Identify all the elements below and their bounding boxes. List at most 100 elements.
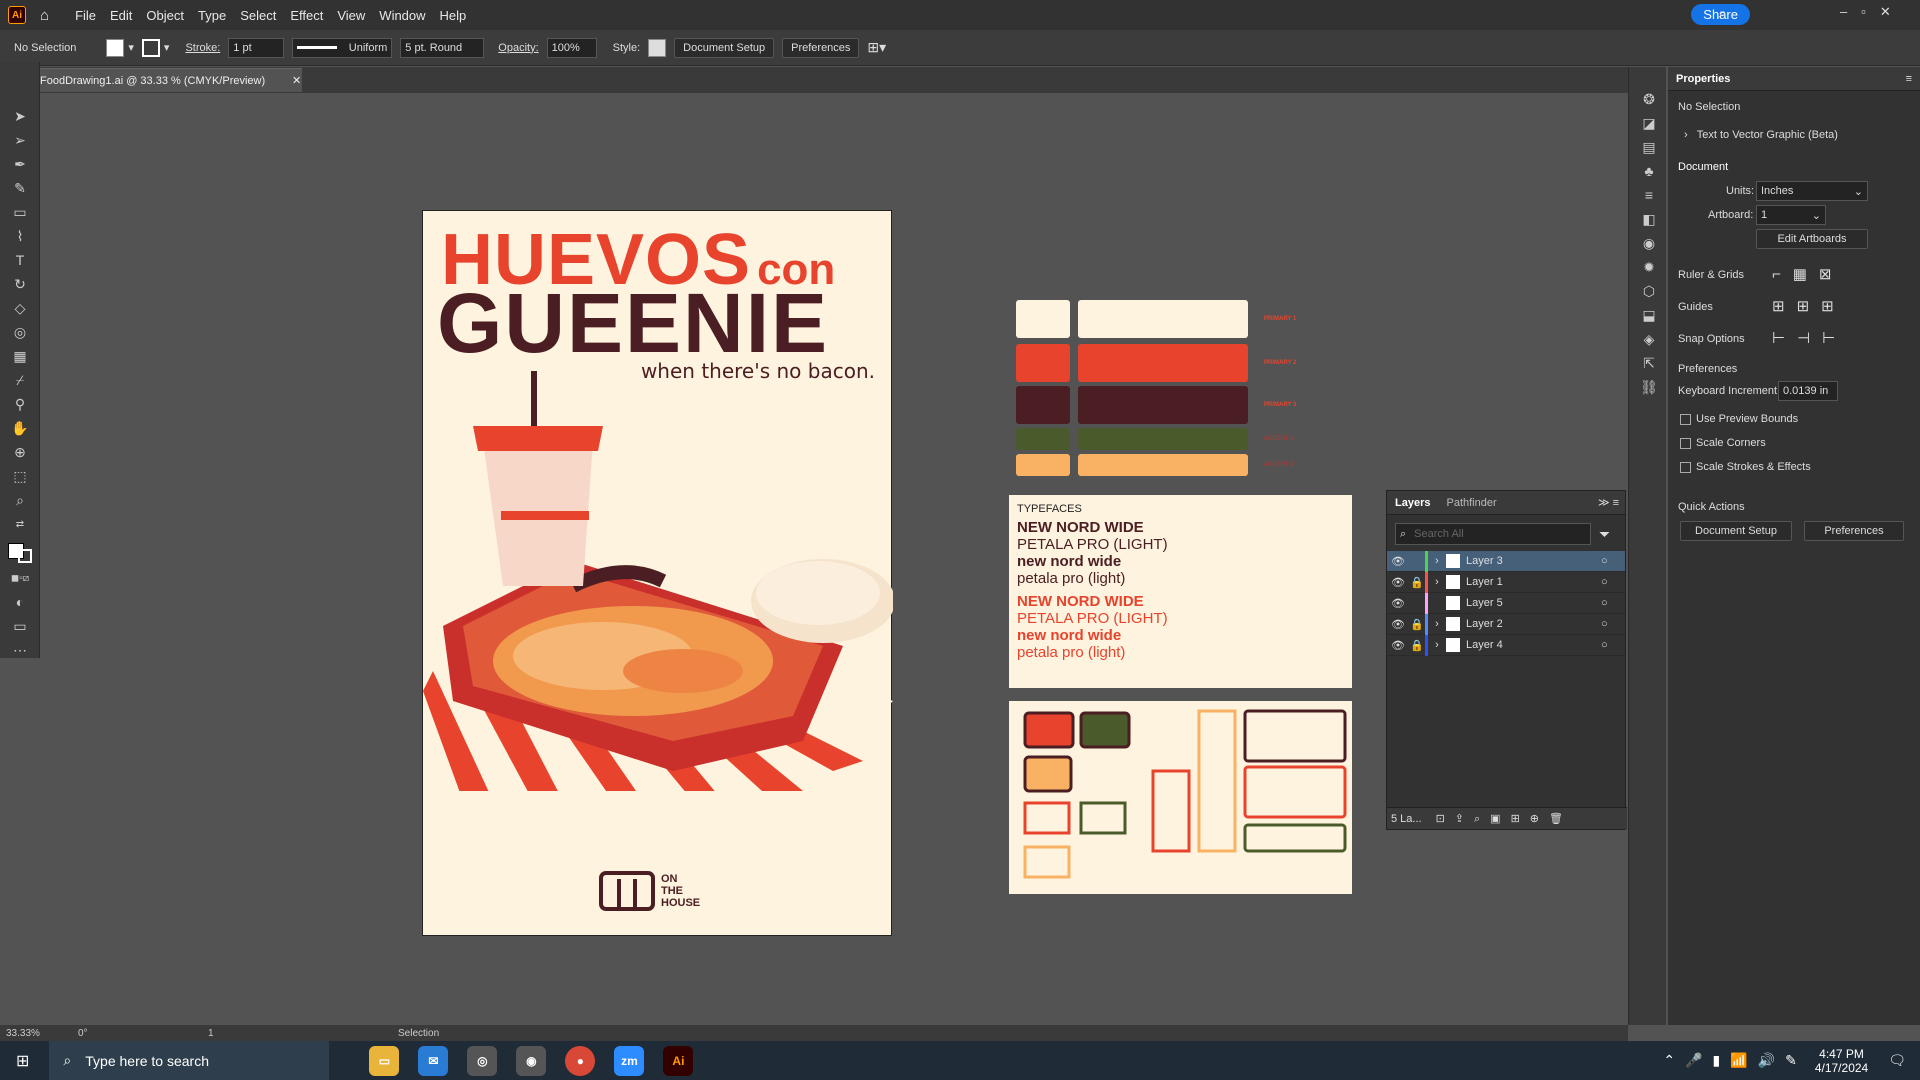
lock-icon[interactable]: 🔒 <box>1409 639 1425 652</box>
color-mode-icon[interactable]: ◼▫⧄ <box>0 566 40 590</box>
menu-file[interactable]: File <box>75 8 96 23</box>
shape-builder-tool-icon[interactable]: ⊕ <box>0 440 40 464</box>
file-explorer-icon[interactable]: ▭ <box>369 1045 400 1076</box>
layers-panel-icon[interactable]: ◈ <box>1629 327 1669 351</box>
palette-swatch-4[interactable] <box>1016 428 1070 450</box>
panel-menu-icon[interactable]: ≡ <box>1906 73 1912 85</box>
close-icon[interactable]: ✕ <box>292 74 301 87</box>
layer-row[interactable]: 👁 Layer 5 ○ <box>1387 592 1625 614</box>
menu-type[interactable]: Type <box>198 8 226 23</box>
graphic-styles-icon[interactable]: ✹ <box>1629 255 1669 279</box>
eyedropper-tool-icon[interactable]: ⌿ <box>0 368 40 392</box>
stroke-weight-input[interactable]: 1 pt <box>228 37 285 58</box>
fill-stroke-icon[interactable] <box>0 536 40 566</box>
visibility-icon[interactable]: 👁 <box>1387 618 1409 631</box>
palette-swatch-2[interactable] <box>1016 344 1070 382</box>
layer-actions-icons[interactable]: ⊡⇪⌕▣⊞⊕🗑 <box>1436 812 1573 826</box>
palette-bar-3[interactable] <box>1078 386 1248 424</box>
guides-icons[interactable]: ⊞⊞⊞ <box>1772 297 1846 315</box>
target-icon[interactable]: ○ <box>1601 618 1625 630</box>
lock-icon[interactable]: 🔒 <box>1409 576 1425 589</box>
filter-icon[interactable]: ⏷ <box>1599 526 1610 543</box>
target-icon[interactable]: ○ <box>1601 597 1625 609</box>
menu-edit[interactable]: Edit <box>110 8 132 23</box>
visibility-icon[interactable]: 👁 <box>1387 597 1409 610</box>
system-tray-icons[interactable]: ⌃🎤▮📶🔊✎ <box>1663 1052 1806 1069</box>
stroke-profile-select[interactable]: Uniform <box>292 37 393 58</box>
libraries-icon[interactable]: ◪ <box>1629 111 1669 135</box>
menu-help[interactable]: Help <box>440 8 467 23</box>
document-setup-button[interactable]: Document Setup <box>674 37 775 58</box>
color-guide-icon[interactable]: ❂ <box>1629 87 1669 111</box>
style-swatch[interactable] <box>648 38 667 57</box>
expand-icon[interactable]: › <box>1428 639 1446 651</box>
zoom-tool-icon[interactable]: ⌕ <box>0 488 40 512</box>
scale-strokes-checkbox[interactable] <box>1680 461 1691 473</box>
mail-icon[interactable]: ✉ <box>418 1045 449 1076</box>
links-icon[interactable]: ⛓ <box>1629 375 1669 399</box>
selection-tool-icon[interactable]: ➤ <box>0 104 40 128</box>
chrome-icon[interactable]: ● <box>565 1045 596 1076</box>
paintbrush-tool-icon[interactable]: ⌇ <box>0 224 40 248</box>
illustrator-taskbar-icon[interactable]: Ai <box>663 1045 694 1076</box>
gradient-tool-icon[interactable]: ▦ <box>0 344 40 368</box>
blend-tool-icon[interactable]: ⚲ <box>0 392 40 416</box>
palette-bar-4[interactable] <box>1078 428 1248 450</box>
window-controls[interactable]: –▫✕ <box>1840 4 1905 20</box>
palette-swatch-3[interactable] <box>1016 386 1070 424</box>
swap-colors-icon[interactable]: ⇄ <box>0 512 40 536</box>
rectangle-tool-icon[interactable]: ▭ <box>0 200 40 224</box>
visibility-icon[interactable]: 👁 <box>1387 555 1409 568</box>
palette-bar-2[interactable] <box>1078 344 1248 382</box>
pen-tool-icon[interactable]: ✒ <box>0 152 40 176</box>
layers-search-input[interactable]: ⌕ Search All <box>1395 523 1591 545</box>
zoom-app-icon[interactable]: zm <box>614 1045 645 1076</box>
menu-effect[interactable]: Effect <box>290 8 323 23</box>
layer-name[interactable]: Layer 5 <box>1466 597 1601 609</box>
layer-row[interactable]: 👁 🔒 › Layer 1 ○ <box>1387 571 1625 593</box>
layer-name[interactable]: Layer 1 <box>1466 576 1601 588</box>
palette-bar-1[interactable] <box>1078 300 1248 338</box>
search-icon[interactable]: ⌕ <box>1718 5 1727 23</box>
lock-icon[interactable]: 🔒 <box>1409 618 1425 631</box>
units-select[interactable]: Inches ⌄ <box>1756 181 1868 201</box>
preferences-button[interactable]: Preferences <box>782 37 860 58</box>
quick-document-setup-button[interactable]: Document Setup <box>1680 521 1792 541</box>
scale-strokes-option[interactable]: Scale Strokes & Effects <box>1680 461 1811 473</box>
draw-mode-icon[interactable]: ◐ <box>0 590 40 614</box>
scale-corners-checkbox[interactable] <box>1680 437 1691 449</box>
palette-swatch-1[interactable] <box>1016 300 1070 338</box>
preview-bounds-option[interactable]: Use Preview Bounds <box>1680 413 1798 425</box>
direct-selection-tool-icon[interactable]: ➢ <box>0 128 40 152</box>
layer-name[interactable]: Layer 2 <box>1466 618 1601 630</box>
target-icon[interactable]: ○ <box>1601 555 1625 567</box>
more-tools-icon[interactable]: ⋯ <box>0 638 40 662</box>
visibility-icon[interactable]: 👁 <box>1387 576 1409 589</box>
artboard-navigator[interactable]: 1 <box>208 1028 248 1039</box>
type-tool-icon[interactable]: T <box>0 248 40 272</box>
windows-start-icon[interactable]: ⊞ <box>16 1051 29 1071</box>
swatches-icon[interactable]: ▤ <box>1629 135 1669 159</box>
zoom-level[interactable]: 33.33% <box>6 1028 58 1039</box>
menu-window[interactable]: Window <box>379 8 425 23</box>
rotate-tool-icon[interactable]: ↻ <box>0 272 40 296</box>
expand-icon[interactable]: › <box>1428 555 1446 567</box>
home-icon[interactable]: ⌂ <box>40 7 49 24</box>
3d-icon[interactable]: ⬡ <box>1629 279 1669 303</box>
menu-view[interactable]: View <box>337 8 365 23</box>
layer-row[interactable]: 👁 🔒 › Layer 2 ○ <box>1387 613 1625 635</box>
menu-select[interactable]: Select <box>240 8 276 23</box>
layer-row[interactable]: 👁 › Layer 3 ○ <box>1387 550 1625 572</box>
layers-tab[interactable]: Layers <box>1387 497 1438 509</box>
opacity-input[interactable]: 100% <box>546 37 597 58</box>
menu-object[interactable]: Object <box>146 8 184 23</box>
palette-swatch-5[interactable] <box>1016 454 1070 476</box>
target-icon[interactable]: ○ <box>1601 576 1625 588</box>
notifications-icon[interactable]: 🗨 <box>1888 1052 1906 1069</box>
container-icons-card[interactable] <box>1009 701 1352 894</box>
text-to-vector-row[interactable]: › Text to Vector Graphic (Beta) <box>1684 129 1838 141</box>
document-tab[interactable]: FoodDrawing1.ai @ 33.33 % (CMYK/Preview)… <box>38 68 302 92</box>
export-icon[interactable]: ⇱ <box>1629 351 1669 375</box>
layer-row[interactable]: 👁 🔒 › Layer 4 ○ <box>1387 634 1625 656</box>
edit-artboards-button[interactable]: Edit Artboards <box>1756 229 1868 249</box>
